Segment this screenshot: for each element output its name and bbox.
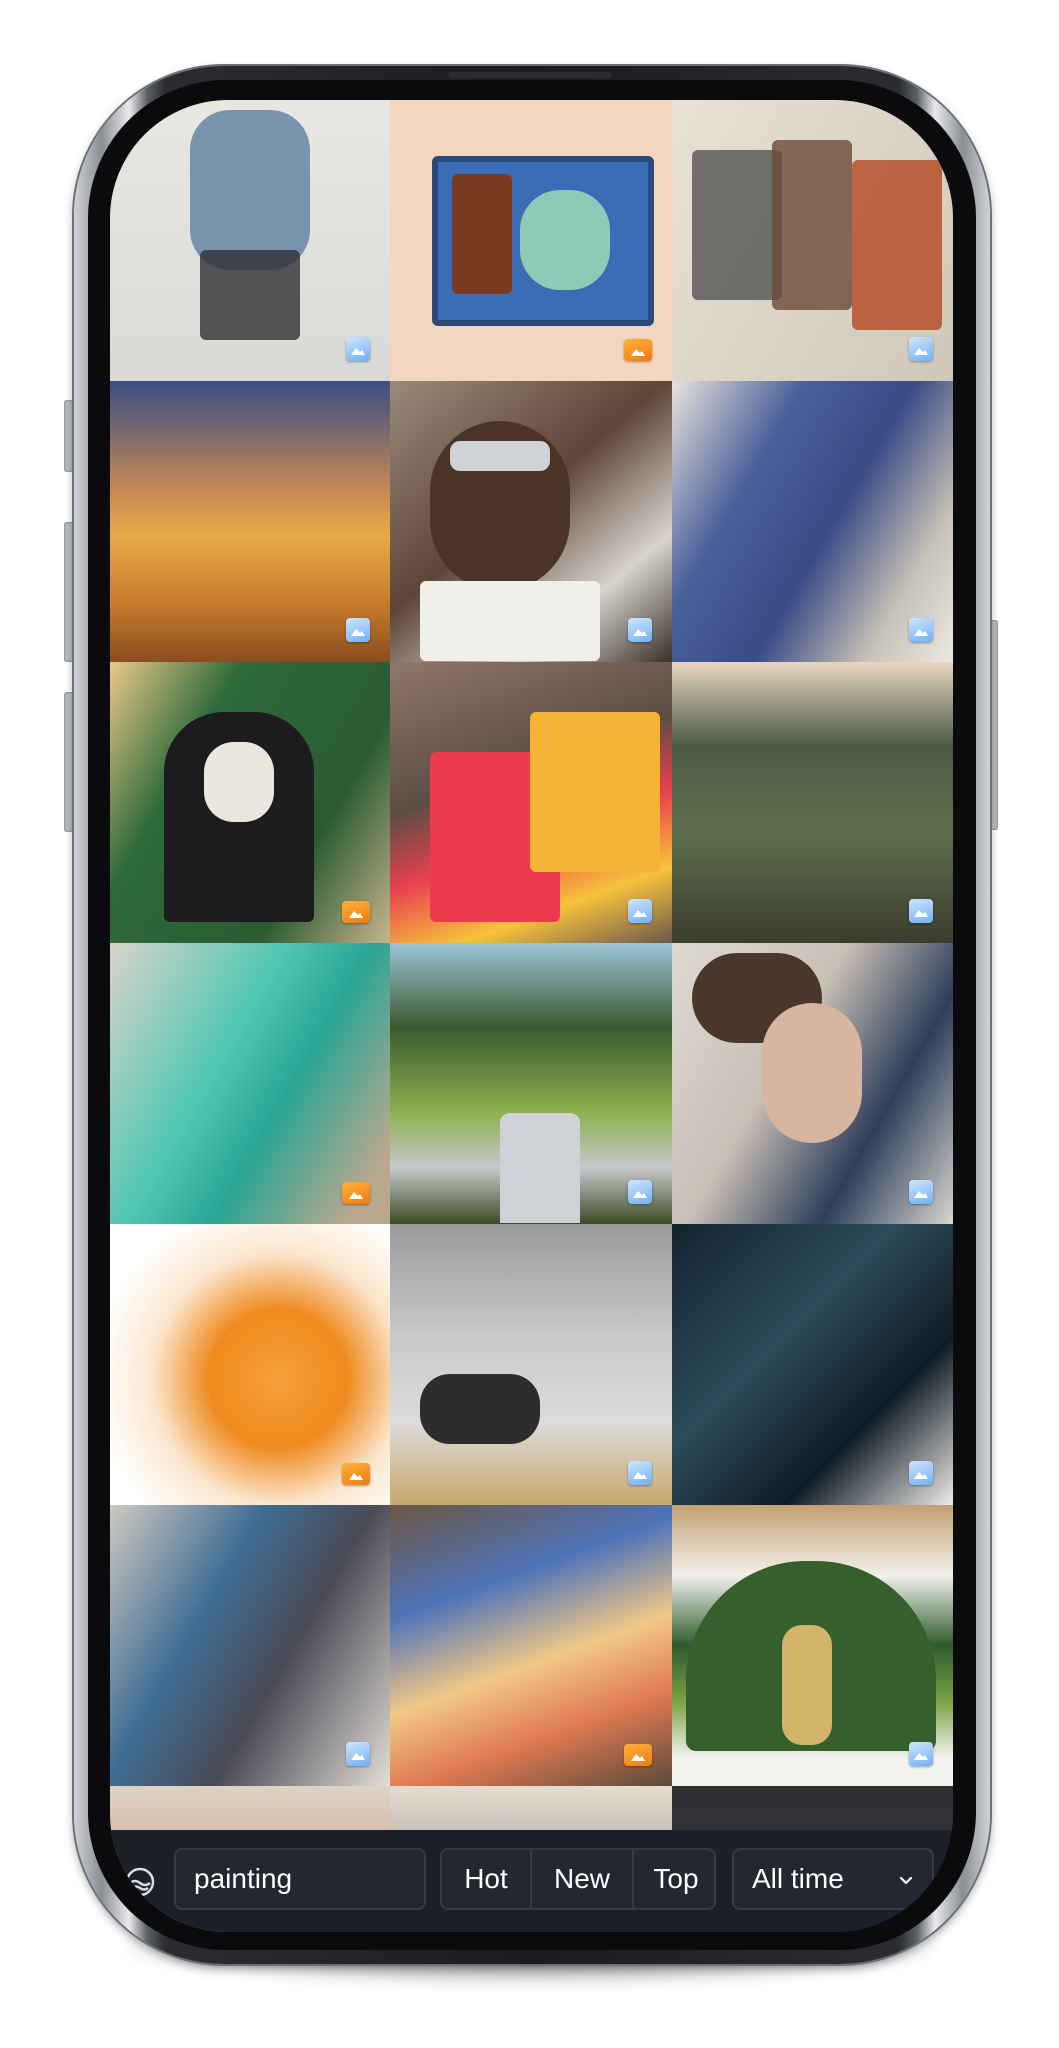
gallery-icon xyxy=(342,901,370,923)
feed-tile[interactable] xyxy=(390,1505,672,1786)
feed-tile[interactable] xyxy=(110,662,390,943)
painting-art xyxy=(852,160,942,330)
feed-tile[interactable] xyxy=(672,1224,953,1505)
search-input[interactable]: painting xyxy=(174,1848,426,1910)
gallery-icon xyxy=(342,1182,370,1204)
painting-art xyxy=(772,140,852,310)
volume-up-button xyxy=(64,522,74,662)
image-icon xyxy=(628,1461,652,1485)
image-icon xyxy=(346,337,370,361)
image-icon xyxy=(346,618,370,642)
feed-tile[interactable] xyxy=(672,100,953,381)
feed-tile[interactable] xyxy=(110,1224,390,1505)
gallery-icon xyxy=(624,1744,652,1766)
feed-tile[interactable] xyxy=(672,662,953,943)
painting-art xyxy=(450,441,550,471)
speaker-grille xyxy=(448,72,612,78)
painting-art xyxy=(500,1113,580,1223)
image-icon xyxy=(909,1180,933,1204)
gallery-icon xyxy=(342,1463,370,1485)
painting-art xyxy=(204,742,274,822)
app-screen: painting Hot New Top All time xyxy=(110,100,953,1932)
feed-tile[interactable] xyxy=(672,381,953,662)
painting-art xyxy=(530,712,660,872)
feed-tile[interactable] xyxy=(390,381,672,662)
app-logo-icon[interactable] xyxy=(124,1866,156,1898)
painting-art xyxy=(190,110,310,270)
time-range-select[interactable]: All time xyxy=(732,1848,934,1910)
sort-hot-button[interactable]: Hot xyxy=(442,1850,532,1908)
chevron-down-icon xyxy=(899,1876,913,1885)
time-range-value: All time xyxy=(752,1863,844,1894)
feed-tile[interactable] xyxy=(672,943,953,1224)
painting-art xyxy=(692,150,782,300)
feed-tile[interactable] xyxy=(390,662,672,943)
painting-art xyxy=(762,1003,862,1143)
sort-top-button[interactable]: Top xyxy=(634,1850,714,1908)
feed-tile[interactable] xyxy=(390,100,672,381)
feed-tile[interactable] xyxy=(110,381,390,662)
image-icon xyxy=(628,899,652,923)
feed-tile[interactable] xyxy=(110,943,390,1224)
image-icon xyxy=(909,618,933,642)
feed-tile[interactable] xyxy=(672,1505,953,1786)
image-icon xyxy=(909,337,933,361)
feed-tile[interactable] xyxy=(390,943,672,1224)
sort-new-button[interactable]: New xyxy=(532,1850,634,1908)
image-icon xyxy=(909,1461,933,1485)
painting-art xyxy=(420,581,600,661)
painting-art xyxy=(782,1625,832,1745)
mute-switch xyxy=(64,400,74,472)
feed-tile[interactable] xyxy=(110,100,390,381)
feed-tile[interactable] xyxy=(110,1505,390,1786)
image-icon xyxy=(628,1180,652,1204)
feed-tile[interactable] xyxy=(390,1224,672,1505)
image-feed-grid xyxy=(110,100,953,1932)
image-icon xyxy=(909,1742,933,1766)
painting-art xyxy=(452,174,512,294)
volume-down-button xyxy=(64,692,74,832)
painting-art xyxy=(420,1374,540,1444)
painting-art xyxy=(200,250,300,340)
image-icon xyxy=(346,1742,370,1766)
bottom-toolbar: painting Hot New Top All time xyxy=(110,1830,953,1932)
search-input-value: painting xyxy=(194,1863,293,1894)
gallery-icon xyxy=(624,339,652,361)
sort-toggle-group: Hot New Top xyxy=(440,1848,716,1910)
painting-art xyxy=(520,190,610,290)
image-icon xyxy=(909,899,933,923)
image-icon xyxy=(628,618,652,642)
